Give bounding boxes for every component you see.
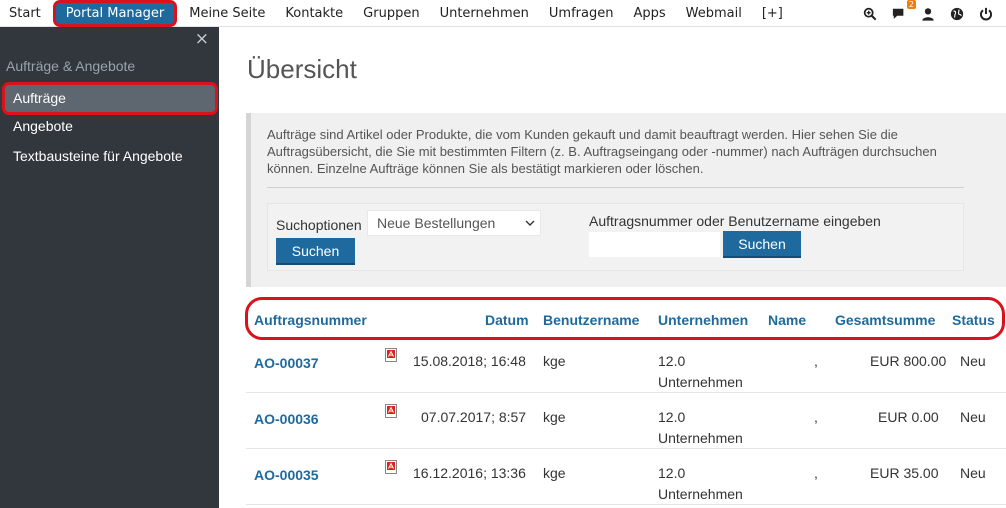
sidebar-item-textbausteine[interactable]: Textbausteine für Angebote (0, 141, 219, 171)
order-search-button[interactable]: Suchen (723, 231, 801, 258)
order-name: , (814, 353, 818, 369)
order-status: Neu (960, 465, 986, 481)
order-company-line2: Unternehmen (658, 430, 743, 446)
order-company-line1: 12.0 (658, 465, 686, 481)
order-company-line2: Unternehmen (658, 486, 743, 502)
table-row: AO-00036 07.07.2017; 8:57 kge 12.0 Unter… (246, 393, 1006, 449)
search-button[interactable]: Suchen (276, 238, 355, 265)
main-content: Übersicht Aufträge sind Artikel oder Pro… (219, 27, 1006, 508)
order-user: kge (543, 353, 566, 369)
table-row: AO-00035 16.12.2016; 13:36 kge 12.0 Unte… (246, 449, 1006, 505)
table-row: AO-00037 15.08.2018; 16:48 kge 12.0 Unte… (246, 337, 1006, 393)
order-number-label: Auftragsnummer oder Benutzername eingebe… (589, 213, 881, 229)
order-number-link[interactable]: AO-00036 (254, 409, 319, 430)
order-company-line2: Unternehmen (658, 374, 743, 390)
search-zoom-icon[interactable] (862, 6, 878, 22)
order-status: Neu (960, 409, 986, 425)
search-options-label: Suchoptionen (276, 217, 362, 233)
nav-umfragen[interactable]: Umfragen (539, 0, 624, 27)
sidebar-close-icon[interactable]: × (195, 29, 209, 49)
col-header-unternehmen[interactable]: Unternehmen (658, 312, 748, 328)
pdf-icon[interactable] (385, 460, 397, 474)
power-icon[interactable] (978, 6, 994, 22)
sidebar: × Aufträge & Angebote Aufträge Angebote … (0, 27, 219, 508)
divider (267, 187, 964, 188)
chat-icon[interactable]: 2 (891, 0, 916, 22)
top-icons: 2 (862, 0, 994, 27)
nav-webmail[interactable]: Webmail (676, 0, 752, 27)
order-status: Neu (960, 353, 986, 369)
col-header-auftragsnummer[interactable]: Auftragsnummer (254, 312, 367, 328)
order-date: 16.12.2016; 13:36 (413, 465, 526, 481)
col-header-gesamtsumme[interactable]: Gesamtsumme (835, 312, 935, 328)
order-total: EUR 800.00 (870, 353, 947, 369)
nav-gruppen[interactable]: Gruppen (353, 0, 429, 27)
sidebar-heading: Aufträge & Angebote (6, 58, 136, 74)
order-number-link[interactable]: AO-00037 (254, 353, 319, 374)
page-title: Übersicht (247, 54, 357, 84)
pdf-icon[interactable] (385, 404, 397, 418)
order-number-input[interactable] (589, 232, 720, 257)
nav-more[interactable]: [+] (752, 0, 793, 27)
order-user: kge (543, 409, 566, 425)
top-navigation-bar: Start Portal Manager Meine Seite Kontakt… (0, 0, 1006, 27)
order-total: EUR 35.00 (870, 465, 939, 481)
search-options-value: Neue Bestellungen (377, 215, 496, 231)
order-total: EUR 0.00 (878, 409, 939, 425)
col-header-name[interactable]: Name (768, 312, 806, 328)
nav-meine-seite[interactable]: Meine Seite (179, 0, 275, 27)
nav-portal-manager[interactable]: Portal Manager (52, 0, 178, 27)
col-header-status[interactable]: Status (952, 312, 995, 328)
nav-unternehmen[interactable]: Unternehmen (430, 0, 539, 27)
globe-icon[interactable] (949, 6, 965, 22)
search-options-select[interactable]: Neue Bestellungen (367, 210, 541, 236)
nav-kontakte[interactable]: Kontakte (275, 0, 353, 27)
order-user: kge (543, 465, 566, 481)
info-box: Aufträge sind Artikel oder Produkte, die… (246, 113, 1006, 287)
order-name: , (814, 409, 818, 425)
main-menu: Start Portal Manager Meine Seite Kontakt… (0, 0, 793, 27)
sidebar-item-angebote[interactable]: Angebote (0, 111, 219, 141)
search-panel: Suchoptionen Neue Bestellungen Suchen Au… (267, 203, 964, 271)
order-name: , (814, 465, 818, 481)
chevron-down-icon (525, 220, 535, 226)
order-company-line1: 12.0 (658, 409, 686, 425)
order-company-line1: 12.0 (658, 353, 686, 369)
user-icon[interactable] (920, 6, 936, 22)
order-date: 15.08.2018; 16:48 (413, 353, 526, 369)
chat-badge: 2 (906, 0, 916, 9)
nav-apps[interactable]: Apps (623, 0, 675, 27)
nav-start[interactable]: Start (0, 0, 51, 27)
col-header-benutzername[interactable]: Benutzername (543, 312, 639, 328)
col-header-datum[interactable]: Datum (485, 312, 529, 328)
pdf-icon[interactable] (385, 348, 397, 362)
order-number-link[interactable]: AO-00035 (254, 465, 319, 486)
info-text: Aufträge sind Artikel oder Produkte, die… (267, 127, 937, 176)
order-date: 07.07.2017; 8:57 (421, 409, 527, 425)
